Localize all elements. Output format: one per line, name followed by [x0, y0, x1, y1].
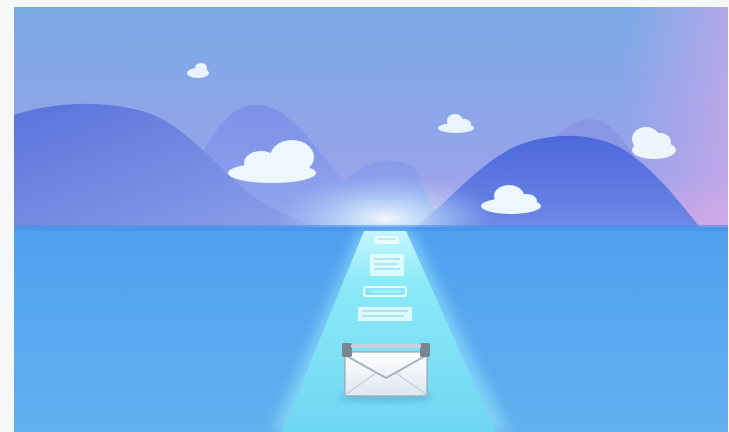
illustration-frame — [14, 7, 728, 432]
floating-document-4 — [358, 307, 412, 321]
floating-document-1 — [375, 236, 399, 244]
floating-document-2 — [370, 254, 404, 276]
horizon-line — [14, 225, 728, 231]
scene — [14, 7, 728, 432]
